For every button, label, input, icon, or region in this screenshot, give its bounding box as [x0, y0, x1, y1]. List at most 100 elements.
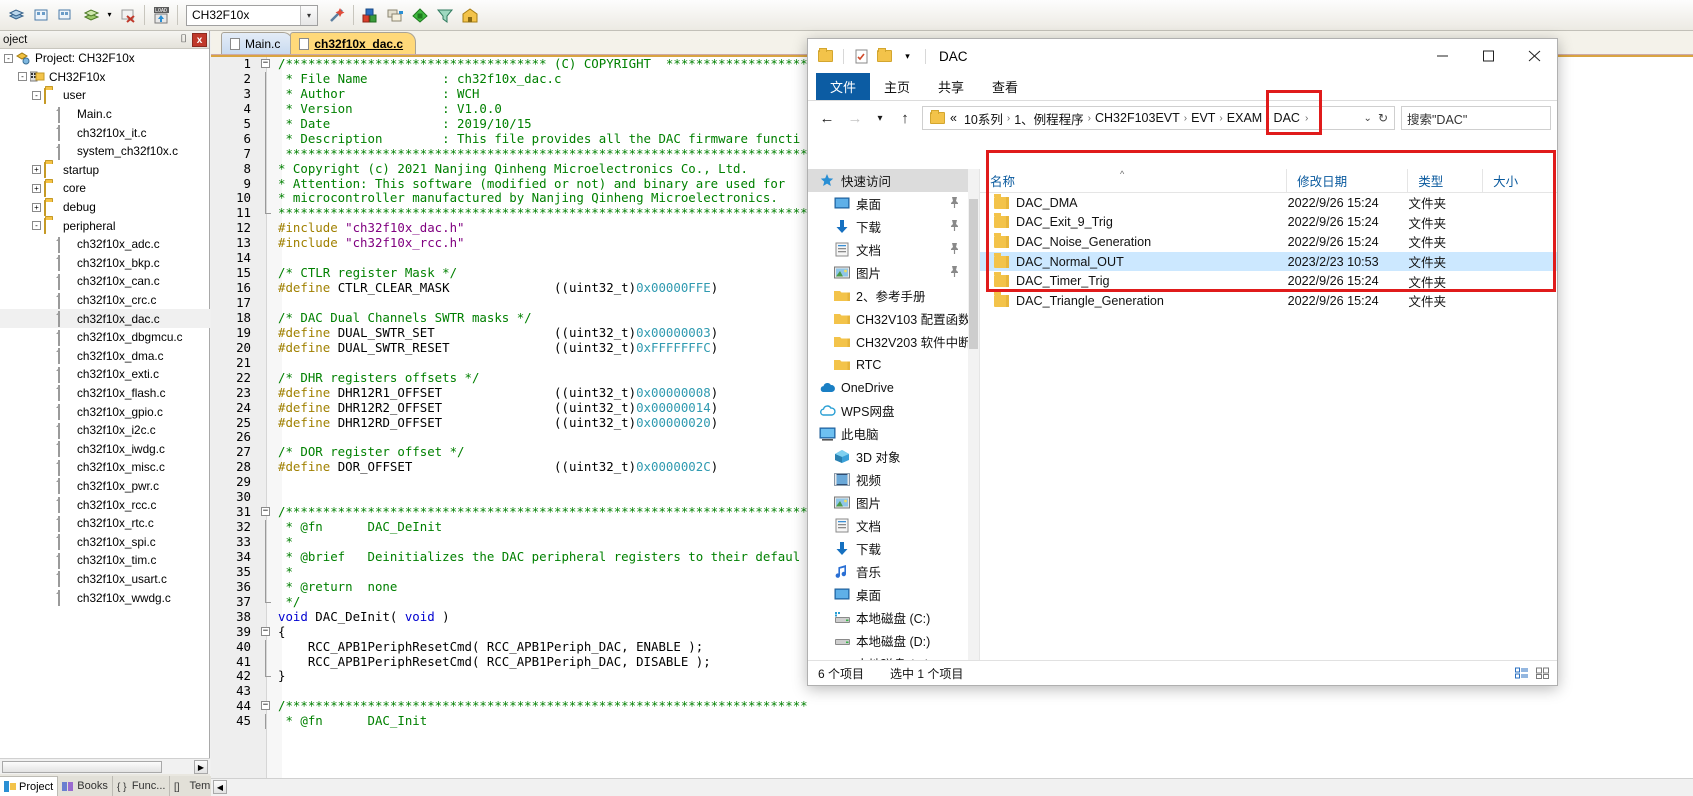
pin-icon[interactable]: ⌷: [180, 33, 187, 46]
collapse-icon[interactable]: −: [261, 507, 270, 516]
tree-item[interactable]: ch32f10x_flash.c: [0, 384, 210, 403]
file-row[interactable]: DAC_DMA2022/9/26 15:24文件夹: [980, 193, 1557, 213]
column-header-2[interactable]: 类型: [1407, 169, 1482, 193]
close-icon[interactable]: [1511, 39, 1557, 73]
breadcrumb-item-1、例程程序[interactable]: 1、例程程序: [1011, 109, 1086, 128]
file-row[interactable]: DAC_Triangle_Generation2022/9/26 15:24文件…: [980, 291, 1557, 311]
pin-icon[interactable]: [949, 265, 960, 283]
tree-item[interactable]: -Project: CH32F10x: [0, 49, 210, 68]
nav-item-OneDrive[interactable]: OneDrive: [808, 376, 968, 399]
batch-build-icon[interactable]: [54, 3, 78, 27]
tree-item[interactable]: ch32f10x_wwdg.c: [0, 588, 210, 607]
project-panel-tabs[interactable]: ProjectBooks{ }Func...[]Temp...: [0, 774, 210, 796]
recent-locations-caret-icon[interactable]: ▾: [870, 105, 890, 131]
nav-item-下载[interactable]: 下载: [808, 215, 968, 238]
tree-item[interactable]: ch32f10x_pwr.c: [0, 477, 210, 496]
tree-item[interactable]: ch32f10x_can.c: [0, 272, 210, 291]
scroll-left-arrow-icon[interactable]: ◀: [213, 780, 227, 794]
packs-icon[interactable]: [458, 3, 482, 27]
back-arrow-icon[interactable]: ←: [814, 105, 840, 131]
tree-item[interactable]: ch32f10x_exti.c: [0, 365, 210, 384]
collapse-icon[interactable]: -: [4, 54, 13, 63]
collapse-icon[interactable]: −: [261, 627, 270, 636]
pin-icon[interactable]: [949, 219, 960, 237]
file-list-column-headers[interactable]: 名称^修改日期类型大小: [980, 169, 1557, 193]
tree-item[interactable]: ch32f10x_crc.c: [0, 291, 210, 310]
address-bar[interactable]: « 10系列›1、例程程序›CH32F103EVT›EVT›EXAM›DAC ›…: [922, 106, 1395, 130]
ribbon-tab-文件[interactable]: 文件: [816, 73, 870, 100]
collapse-icon[interactable]: −: [261, 701, 270, 710]
scrollbar-thumb[interactable]: [2, 761, 162, 773]
nav-item-文档[interactable]: 文档: [808, 238, 968, 261]
breadcrumb[interactable]: 10系列›1、例程程序›CH32F103EVT›EVT›EXAM›DAC: [961, 109, 1303, 128]
tree-item[interactable]: ch32f10x_iwdg.c: [0, 439, 210, 458]
minimize-icon[interactable]: [1419, 39, 1465, 73]
large-icons-view-icon[interactable]: [1534, 665, 1551, 682]
scrollbar-thumb[interactable]: [969, 199, 978, 349]
dropdown-caret-icon[interactable]: ▾: [104, 3, 115, 27]
ribbon-tab-查看[interactable]: 查看: [978, 73, 1032, 100]
nav-item-下载[interactable]: 下载: [808, 537, 968, 560]
expand-icon[interactable]: +: [32, 203, 41, 212]
build-icon[interactable]: [4, 3, 28, 27]
pin-icon[interactable]: [949, 196, 960, 214]
explorer-title-bar[interactable]: ▾ DAC: [808, 39, 1557, 73]
breadcrumb-item-10系列[interactable]: 10系列: [961, 109, 1006, 128]
nav-item-图片[interactable]: 图片: [808, 261, 968, 284]
project-tree[interactable]: -Project: CH32F10x-CH32F10x-userMain.cch…: [0, 49, 210, 756]
stop-build-icon[interactable]: [116, 3, 140, 27]
tree-item[interactable]: ch32f10x_it.c: [0, 123, 210, 142]
details-view-icon[interactable]: [1513, 665, 1530, 682]
fold-marker[interactable]: −: [259, 625, 274, 640]
tree-item[interactable]: -CH32F10x: [0, 68, 210, 87]
ribbon-tab-主页[interactable]: 主页: [870, 73, 924, 100]
editor-tab-ch32f10x_dac-c[interactable]: ch32f10x_dac.c: [290, 32, 416, 54]
search-input[interactable]: 搜索"DAC": [1401, 106, 1551, 130]
file-row[interactable]: DAC_Noise_Generation2022/9/26 15:24文件夹: [980, 232, 1557, 252]
tree-item[interactable]: -peripheral: [0, 216, 210, 235]
tree-item[interactable]: ch32f10x_usart.c: [0, 570, 210, 589]
address-dropdown-icon[interactable]: ⌄: [1364, 113, 1372, 124]
window-controls[interactable]: [1419, 39, 1557, 73]
file-row[interactable]: DAC_Exit_9_Trig2022/9/26 15:24文件夹: [980, 213, 1557, 233]
chevron-down-icon[interactable]: ▾: [300, 6, 317, 25]
nav-item-快速访问[interactable]: 快速访问: [808, 169, 968, 192]
editor-tab-main-c[interactable]: Main.c: [221, 32, 293, 54]
explorer-navigation-pane[interactable]: 快速访问桌面下载文档图片2、参考手册CH32V103 配置函数在CH32V203…: [808, 169, 980, 660]
view-mode-buttons[interactable]: [1513, 665, 1551, 682]
nav-item-文档[interactable]: 文档: [808, 514, 968, 537]
tree-item[interactable]: +startup: [0, 161, 210, 180]
file-list[interactable]: DAC_DMA2022/9/26 15:24文件夹DAC_Exit_9_Trig…: [980, 193, 1557, 311]
collapse-icon[interactable]: -: [32, 91, 41, 100]
breadcrumb-overflow[interactable]: «: [947, 111, 960, 125]
nav-item-本地磁盘C:[interactable]: 本地磁盘 (C:): [808, 606, 968, 629]
nav-item-桌面[interactable]: 桌面: [808, 583, 968, 606]
nav-item-2参考手册[interactable]: 2、参考手册: [808, 284, 968, 307]
breadcrumb-item-DAC[interactable]: DAC: [1271, 111, 1303, 125]
file-list-pane[interactable]: 名称^修改日期类型大小 DAC_DMA2022/9/26 15:24文件夹DAC…: [980, 169, 1557, 660]
refresh-icon[interactable]: ↻: [1378, 111, 1388, 125]
navigation-pane-scrollbar[interactable]: [968, 169, 979, 660]
tree-item[interactable]: Main.c: [0, 105, 210, 124]
project-tab-func[interactable]: { }Func...: [113, 776, 171, 796]
close-icon[interactable]: x: [192, 33, 207, 47]
green-diamond-icon[interactable]: [408, 3, 432, 27]
magic-wand-icon[interactable]: [325, 3, 349, 27]
tree-item[interactable]: ch32f10x_gpio.c: [0, 402, 210, 421]
nav-item-音乐[interactable]: 音乐: [808, 560, 968, 583]
tree-item[interactable]: ch32f10x_spi.c: [0, 532, 210, 551]
new-folder-icon[interactable]: [876, 49, 893, 64]
column-header-0[interactable]: 名称^: [980, 169, 1286, 193]
filter-icon[interactable]: [433, 3, 457, 27]
nav-item-此电脑[interactable]: 此电脑: [808, 422, 968, 445]
collapse-icon[interactable]: −: [261, 59, 270, 68]
project-horizontal-scrollbar[interactable]: ▶: [0, 758, 210, 774]
expand-icon[interactable]: +: [32, 165, 41, 174]
customize-caret-icon[interactable]: ▾: [899, 49, 916, 64]
fold-marker[interactable]: −: [259, 505, 274, 520]
expand-icon[interactable]: +: [32, 184, 41, 193]
tree-item[interactable]: system_ch32f10x.c: [0, 142, 210, 161]
nav-item-视频[interactable]: 视频: [808, 468, 968, 491]
folder-icon[interactable]: [817, 49, 834, 64]
nav-item-CH32V203软件中断触[interactable]: CH32V203 软件中断触: [808, 330, 968, 353]
